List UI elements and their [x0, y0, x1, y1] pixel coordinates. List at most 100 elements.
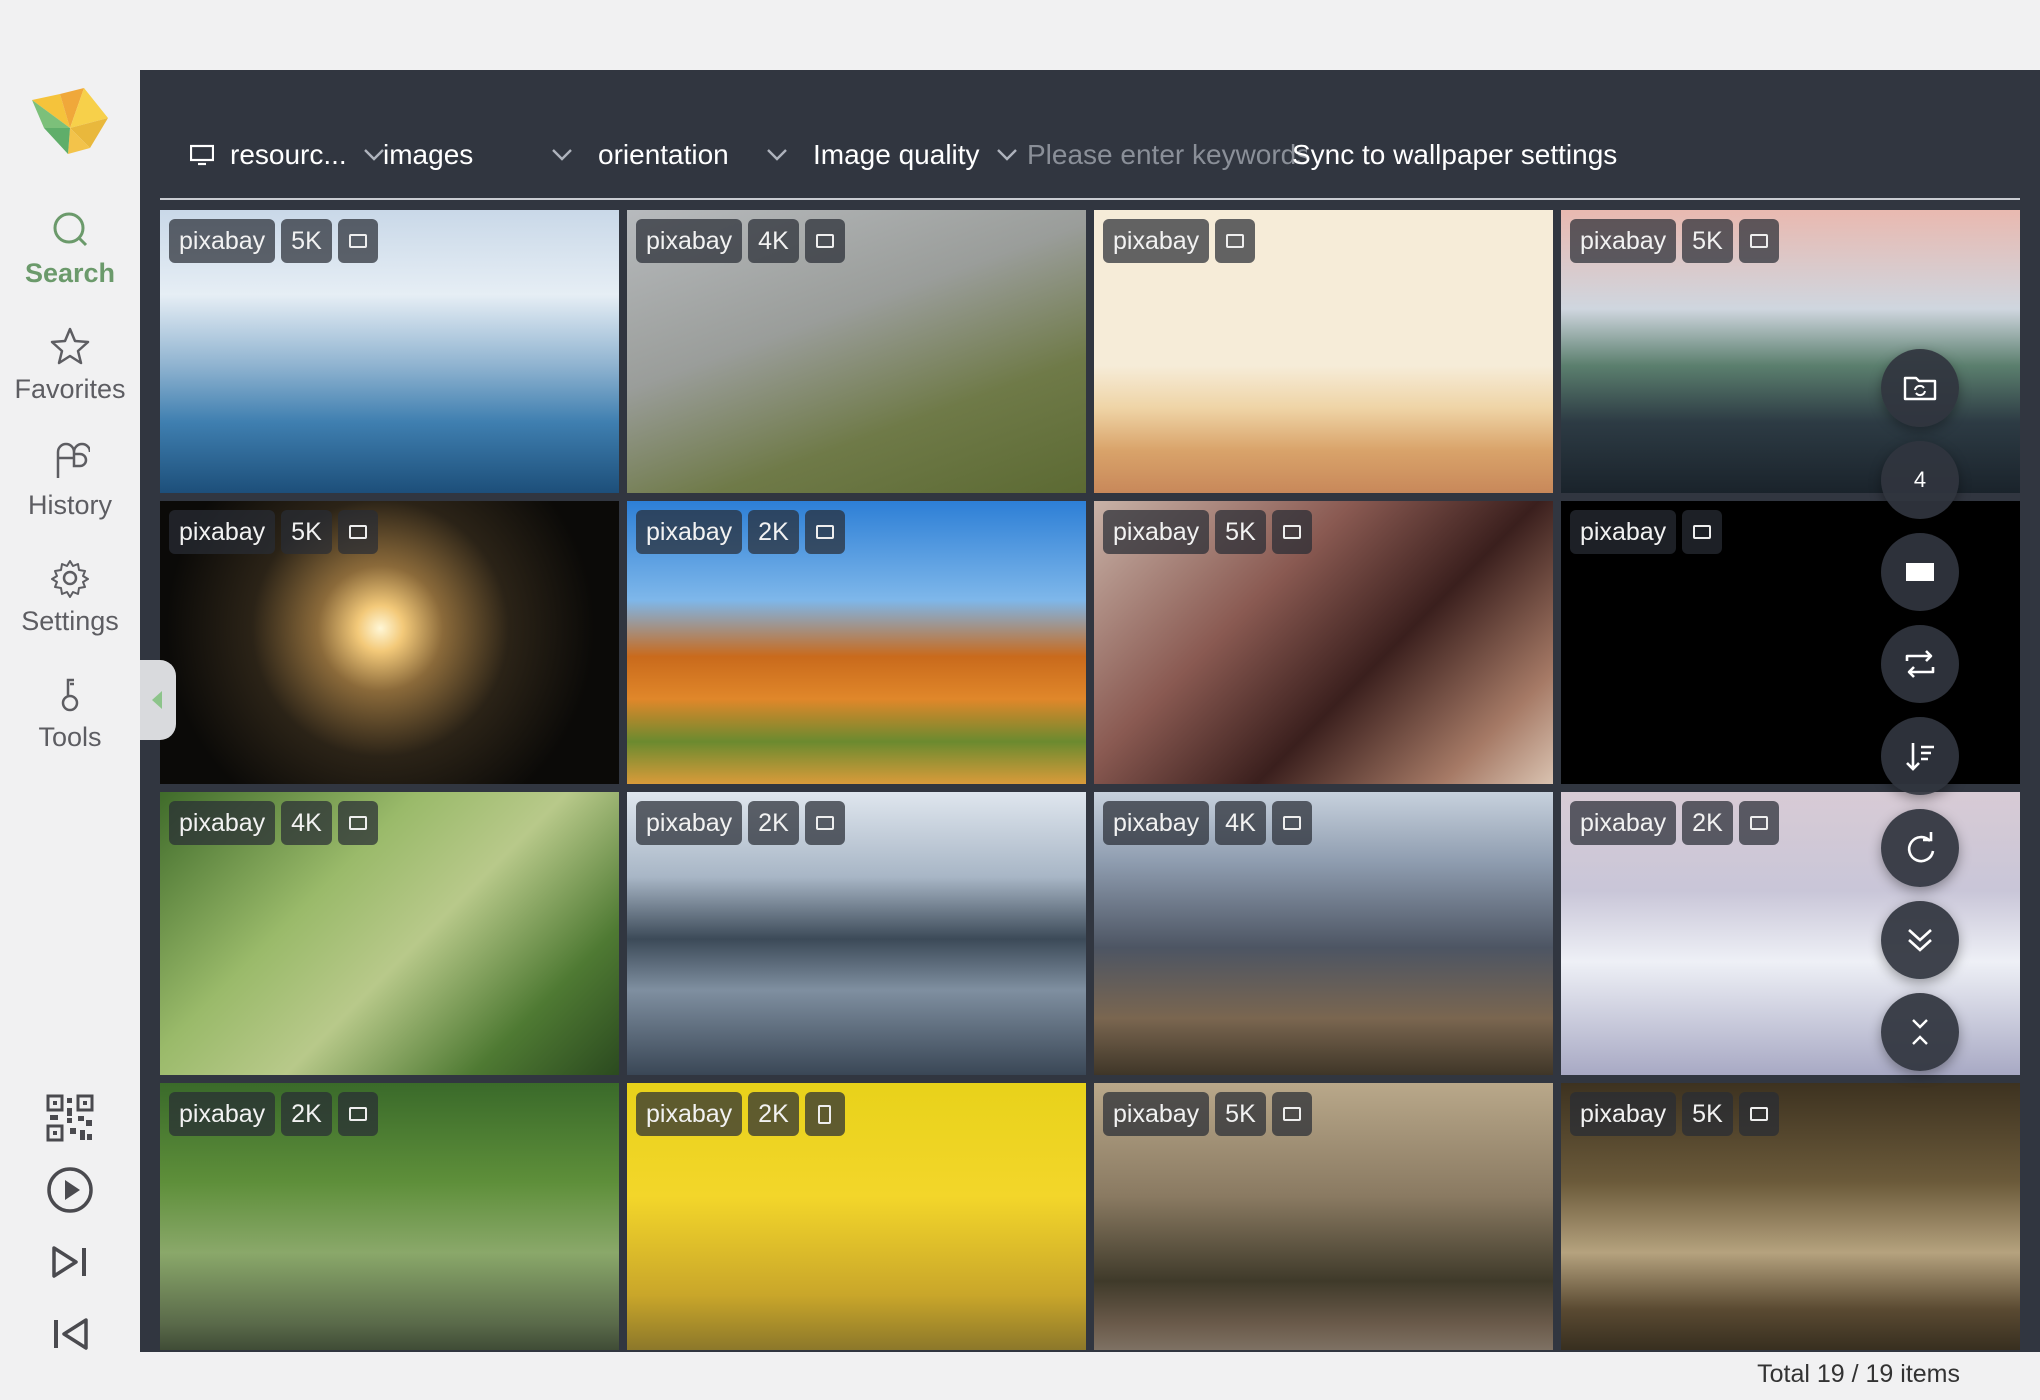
quality-badge: 2K	[748, 1092, 799, 1136]
orientation-icon	[1271, 510, 1312, 554]
page-number: 4	[1913, 467, 1927, 492]
tile-tags: pixabay	[1103, 219, 1256, 263]
tile-tags: pixabay 2K	[636, 510, 845, 554]
chevron-down-icon	[996, 149, 1017, 161]
image-tile[interactable]: pixabay 2K	[627, 1083, 1086, 1350]
image-tile[interactable]: pixabay 2K	[160, 1083, 619, 1350]
nav-settings[interactable]: Settings	[0, 558, 140, 637]
scroll-bottom-button[interactable]	[1881, 901, 1959, 979]
orientation-icon	[1738, 801, 1779, 845]
folder-sync-button[interactable]	[1881, 349, 1959, 427]
tile-tags: pixabay 5K	[1103, 510, 1312, 554]
image-tile[interactable]: pixabay 2K	[627, 501, 1086, 784]
tile-tags: pixabay 2K	[169, 1092, 378, 1136]
tile-tags: pixabay	[1570, 510, 1723, 554]
source-badge: pixabay	[636, 801, 743, 845]
source-badge: pixabay	[1103, 801, 1210, 845]
chevron-down-icon	[363, 149, 384, 161]
page-indicator[interactable]: 4	[1881, 441, 1959, 519]
quality-badge: 2K	[281, 1092, 332, 1136]
orientation-icon	[337, 219, 378, 263]
orientation-select-value: orientation	[598, 139, 729, 170]
quality-badge: 5K	[1215, 510, 1266, 554]
source-badge: pixabay	[1570, 510, 1677, 554]
tile-tags: pixabay 5K	[1570, 219, 1779, 263]
sync-wallpaper-button[interactable]: Sync to wallpaper settings	[1292, 110, 1617, 200]
quality-badge: 5K	[1682, 219, 1733, 263]
tile-tags: pixabay 5K	[169, 510, 378, 554]
star-icon	[50, 327, 90, 365]
tile-tags: pixabay 5K	[1570, 1092, 1779, 1136]
nav-tools[interactable]: Tools	[0, 674, 140, 753]
source-badge: pixabay	[1570, 801, 1677, 845]
image-tile[interactable]: pixabay 4K	[160, 792, 619, 1075]
image-tile[interactable]: pixabay 2K	[627, 792, 1086, 1075]
total-count: Total 19 / 19 items	[1757, 1360, 1960, 1388]
resource-select[interactable]: resourc...	[190, 110, 385, 200]
image-tile[interactable]: pixabay 5K	[1094, 1083, 1553, 1350]
source-badge: pixabay	[636, 219, 743, 263]
quality-badge: 5K	[281, 510, 332, 554]
sort-icon	[1906, 743, 1934, 771]
sync-wallpaper-label: Sync to wallpaper settings	[1292, 139, 1618, 170]
app-window: Search Favorites History Settings Tools	[0, 0, 2040, 1400]
quality-select[interactable]: Image quality	[813, 110, 1018, 200]
monitor-icon	[190, 144, 214, 166]
qr-code-icon[interactable]	[46, 1094, 94, 1142]
keyword-input[interactable]: Please enter keywords	[1027, 110, 1307, 200]
chevron-down-icon	[552, 149, 572, 161]
history-icon	[56, 442, 90, 478]
collapse-button[interactable]	[1881, 993, 1959, 1071]
quality-badge: 4K	[281, 801, 332, 845]
next-icon[interactable]	[46, 1238, 94, 1286]
sort-button[interactable]	[1881, 717, 1959, 795]
image-tile[interactable]: pixabay 5K	[160, 501, 619, 784]
swap-button[interactable]	[1881, 625, 1959, 703]
orientation-icon	[337, 510, 378, 554]
sidebar-collapse-handle[interactable]	[140, 660, 176, 740]
image-tile[interactable]: pixabay	[1094, 210, 1553, 493]
tile-tags: pixabay 5K	[1103, 1092, 1312, 1136]
search-icon	[53, 212, 88, 247]
orientation-icon	[1271, 1092, 1312, 1136]
tile-tags: pixabay 5K	[169, 219, 378, 263]
refresh-button[interactable]	[1881, 809, 1959, 887]
quality-badge: 4K	[1215, 801, 1266, 845]
nav-history-label: History	[27, 490, 112, 520]
nav-favorites[interactable]: Favorites	[0, 326, 140, 405]
quality-badge: 2K	[748, 801, 799, 845]
quality-badge: 2K	[1682, 801, 1733, 845]
filter-toolbar: resourc... images orientation Image qual…	[160, 110, 2020, 200]
quality-badge: 5K	[281, 219, 332, 263]
image-tile[interactable]: pixabay 4K	[1094, 792, 1553, 1075]
play-icon[interactable]	[46, 1166, 94, 1214]
source-badge: pixabay	[636, 1092, 743, 1136]
image-tile[interactable]: pixabay 5K	[1561, 210, 2020, 493]
source-badge: pixabay	[169, 510, 276, 554]
nav-search[interactable]: Search	[0, 210, 140, 289]
nav-history[interactable]: History	[0, 442, 140, 521]
image-tile[interactable]: pixabay 4K	[627, 210, 1086, 493]
previous-icon[interactable]	[46, 1310, 94, 1358]
source-badge: pixabay	[169, 1092, 276, 1136]
source-badge: pixabay	[169, 801, 276, 845]
image-tile[interactable]: pixabay 5K	[1094, 501, 1553, 784]
orientation-select[interactable]: orientation	[598, 110, 788, 200]
app-logo	[32, 88, 108, 154]
tile-tags: pixabay 4K	[1103, 801, 1312, 845]
nav-tools-label: Tools	[38, 722, 102, 752]
image-tile[interactable]: pixabay 5K	[1561, 1083, 2020, 1350]
chevron-down-icon	[767, 149, 787, 161]
swap-icon	[1905, 650, 1935, 678]
orientation-icon	[337, 1092, 378, 1136]
image-tile[interactable]: pixabay 5K	[160, 210, 619, 493]
status-bar: Total 19 / 19 items	[140, 1352, 2040, 1400]
tile-tags: pixabay 2K	[1570, 801, 1779, 845]
nav-settings-label: Settings	[21, 606, 119, 636]
tile-tags: pixabay 2K	[636, 801, 845, 845]
fullscreen-button[interactable]	[1881, 533, 1959, 611]
quality-badge: 2K	[748, 510, 799, 554]
tile-tags: pixabay 2K	[636, 1092, 845, 1136]
type-select[interactable]: images	[383, 110, 573, 200]
orientation-icon	[804, 510, 845, 554]
